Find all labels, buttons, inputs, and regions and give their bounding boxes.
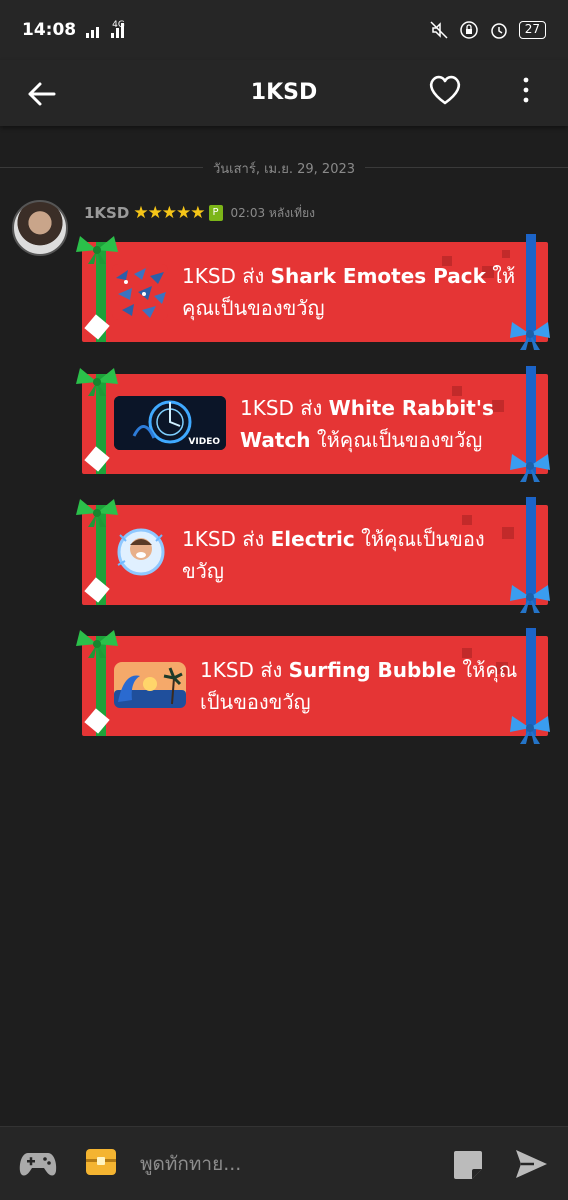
more-vertical-icon bbox=[523, 77, 529, 103]
sender-info: 1KSD ★★★★★ P 02:03 หลังเที่ยง bbox=[84, 202, 315, 224]
gift-verb: ส่ง bbox=[260, 658, 283, 682]
chat-title: 1KSD bbox=[250, 80, 318, 105]
gift-text: 1KSD ส่ง Surfing Bubble ให้คุณเป็นของขวั… bbox=[200, 654, 530, 718]
gift-sender: 1KSD bbox=[200, 658, 254, 682]
gift-message[interactable]: 1KSD ส่ง Shark Emotes Pack ให้คุณเป็นของ… bbox=[76, 234, 550, 350]
date-label: วันเสาร์, เม.ย. 29, 2023 bbox=[202, 157, 366, 179]
mute-icon bbox=[430, 21, 448, 39]
avatar-frame-icon bbox=[116, 525, 166, 579]
green-bow-icon bbox=[76, 236, 118, 264]
favorite-button[interactable] bbox=[424, 68, 466, 110]
treasure-chest-icon bbox=[86, 1149, 116, 1175]
gamepad-icon bbox=[19, 1153, 57, 1176]
gift-sender: 1KSD bbox=[182, 264, 236, 288]
video-badge: VIDEO bbox=[188, 437, 220, 447]
sticker-button[interactable] bbox=[450, 1147, 486, 1183]
avatar[interactable] bbox=[12, 200, 68, 256]
gift-message[interactable]: 1KSD ส่ง Surfing Bubble ให้คุณเป็นของขวั… bbox=[76, 628, 550, 744]
gift-item-name: Surfing Bubble bbox=[288, 658, 457, 682]
status-bar: 14:08 4G 27 bbox=[0, 0, 568, 60]
video-thumbnail-icon: VIDEO bbox=[114, 396, 226, 450]
gift-sender: 1KSD bbox=[182, 527, 236, 551]
date-separator: วันเสาร์, เม.ย. 29, 2023 bbox=[0, 156, 568, 180]
network-label: 4G bbox=[112, 20, 125, 30]
message-time: 02:03 หลังเที่ยง bbox=[230, 205, 315, 220]
treasure-chest-button[interactable] bbox=[84, 1145, 118, 1179]
gift-item-name: Shark Emotes Pack bbox=[270, 264, 486, 288]
gift-message[interactable]: VIDEO 1KSD ส่ง White Rabbit's Watch ให้ค… bbox=[76, 366, 550, 482]
status-time: 14:08 bbox=[22, 20, 77, 40]
games-button[interactable] bbox=[18, 1147, 58, 1181]
alarm-icon bbox=[490, 23, 507, 39]
gift-verb: ส่ง bbox=[242, 527, 265, 551]
gift-item-name: Electric bbox=[270, 527, 355, 551]
green-bow-icon bbox=[76, 368, 118, 396]
send-icon bbox=[516, 1150, 547, 1178]
send-button[interactable] bbox=[512, 1145, 550, 1183]
composer-bar bbox=[0, 1126, 568, 1200]
gift-text: 1KSD ส่ง White Rabbit's Watch ให้คุณเป็น… bbox=[240, 392, 530, 456]
gift-verb: ส่ง bbox=[242, 264, 265, 288]
gift-sender: 1KSD bbox=[240, 396, 294, 420]
more-options-button[interactable] bbox=[512, 70, 540, 110]
sticker-icon bbox=[454, 1151, 482, 1179]
gift-verb: ส่ง bbox=[300, 396, 323, 420]
sender-name[interactable]: 1KSD bbox=[84, 204, 129, 222]
gift-text: 1KSD ส่ง Shark Emotes Pack ให้คุณเป็นของ… bbox=[182, 260, 522, 324]
heart-icon bbox=[429, 75, 461, 105]
lock-rotation-icon bbox=[459, 21, 478, 39]
signal-icon: 4G bbox=[86, 20, 125, 38]
surfing-bubble-icon bbox=[114, 662, 186, 708]
chat-header: 1KSD bbox=[0, 60, 568, 126]
green-bow-icon bbox=[76, 499, 118, 527]
green-bow-icon bbox=[76, 630, 118, 658]
message-input[interactable] bbox=[140, 1147, 420, 1181]
level-badge: P bbox=[208, 205, 223, 221]
shark-emotes-icon bbox=[112, 264, 168, 320]
gift-text: 1KSD ส่ง Electric ให้คุณเป็นของขวัญ bbox=[182, 523, 522, 587]
gift-message[interactable]: 1KSD ส่ง Electric ให้คุณเป็นของขวัญ bbox=[76, 497, 550, 613]
status-right: 27 bbox=[429, 20, 546, 40]
gift-suffix: ให้คุณเป็นของขวัญ bbox=[316, 428, 483, 452]
battery-indicator: 27 bbox=[518, 21, 546, 39]
rating-stars: ★★★★★ bbox=[133, 203, 205, 223]
